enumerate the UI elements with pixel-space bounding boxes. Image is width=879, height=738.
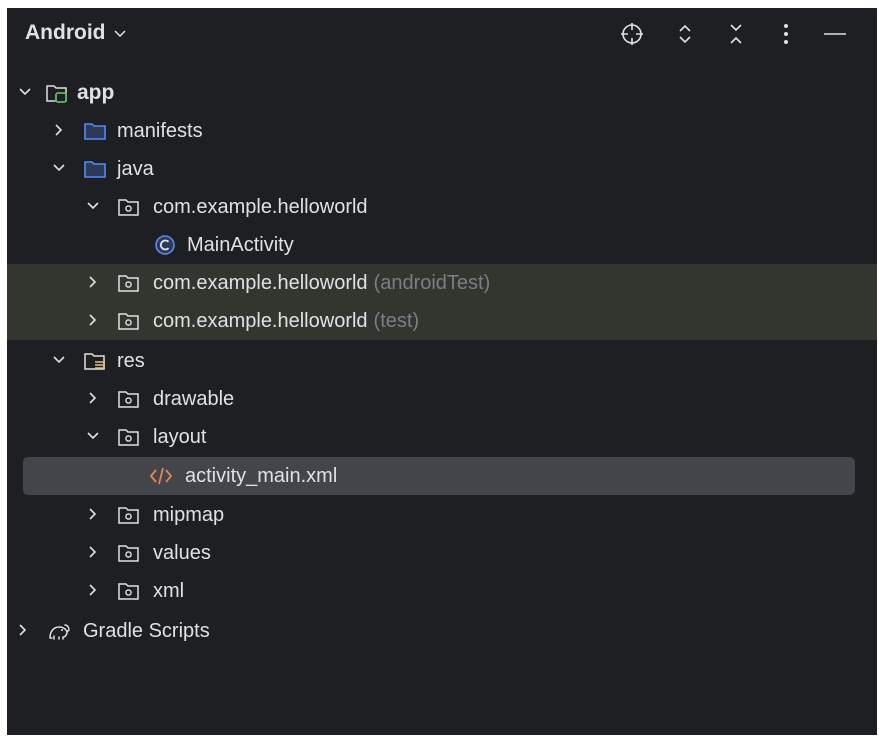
class-icon bbox=[155, 235, 175, 255]
folder-icon bbox=[84, 123, 106, 140]
tree-node-label: drawable bbox=[153, 388, 235, 410]
crosshair-icon[interactable] bbox=[619, 21, 645, 47]
tree-node-label: Gradle Scripts bbox=[83, 620, 210, 642]
chevron-right-icon[interactable] bbox=[85, 312, 101, 328]
tree-node-label: xml bbox=[153, 580, 185, 602]
xml-file-icon bbox=[149, 467, 173, 485]
source-set-suffix: (androidTest) bbox=[373, 272, 491, 294]
tree-node-label: java bbox=[117, 158, 154, 180]
package-icon bbox=[118, 275, 139, 292]
minimize-icon[interactable] bbox=[822, 21, 848, 47]
tree-node-label: layout bbox=[153, 426, 207, 448]
chevron-down-icon[interactable] bbox=[85, 428, 101, 444]
tree-node-activity-main-xml[interactable]: activity_main.xml bbox=[23, 457, 855, 495]
package-icon bbox=[118, 583, 139, 600]
more-options-icon[interactable] bbox=[773, 21, 799, 47]
package-icon bbox=[118, 199, 139, 216]
tree-node-manifests[interactable]: manifests bbox=[7, 112, 877, 150]
tree-node-label: app bbox=[77, 81, 115, 104]
tree-node-package-android-test[interactable]: com.example.helloworld (androidTest) bbox=[7, 264, 877, 302]
chevron-down-icon[interactable] bbox=[51, 160, 67, 176]
chevron-right-icon[interactable] bbox=[85, 274, 101, 290]
chevron-right-icon[interactable] bbox=[85, 582, 101, 598]
tree-node-app[interactable]: app bbox=[7, 74, 877, 112]
tree-node-layout[interactable]: layout bbox=[7, 418, 877, 456]
chevron-down-icon[interactable] bbox=[85, 198, 101, 214]
tree-node-label: activity_main.xml bbox=[185, 465, 338, 487]
gradle-elephant-icon bbox=[49, 624, 70, 640]
folder-icon bbox=[84, 161, 106, 178]
chevron-down-icon[interactable] bbox=[17, 84, 33, 100]
tree-node-package-main[interactable]: com.example.helloworld bbox=[7, 188, 877, 226]
tree-node-mipmap[interactable]: mipmap bbox=[7, 496, 877, 534]
collapse-all-icon[interactable] bbox=[723, 21, 749, 47]
tree-node-gradle-scripts[interactable]: Gradle Scripts bbox=[7, 612, 877, 650]
tree-node-res[interactable]: res bbox=[7, 342, 877, 380]
package-icon bbox=[118, 313, 139, 330]
resources-folder-icon bbox=[84, 353, 105, 370]
package-icon bbox=[118, 507, 139, 524]
tree-node-java[interactable]: java bbox=[7, 150, 877, 188]
view-selector-dropdown[interactable]: Android bbox=[25, 20, 127, 46]
tree-node-label: values bbox=[153, 542, 211, 564]
tree-node-main-activity[interactable]: MainActivity bbox=[7, 226, 877, 264]
tree-node-label-group: com.example.helloworld (androidTest) bbox=[153, 271, 490, 295]
tool-window-header: Android bbox=[7, 8, 877, 60]
view-selector-label: Android bbox=[25, 21, 106, 44]
chevron-right-icon[interactable] bbox=[85, 390, 101, 406]
tree-node-label: manifests bbox=[117, 120, 203, 142]
chevron-down-icon bbox=[114, 30, 127, 38]
project-tool-window: Android app manifests java com.example.h… bbox=[7, 8, 877, 735]
chevron-right-icon[interactable] bbox=[85, 506, 101, 522]
chevron-down-icon[interactable] bbox=[51, 352, 67, 368]
module-folder-icon bbox=[46, 85, 67, 103]
tree-node-label: com.example.helloworld bbox=[153, 272, 368, 294]
chevron-right-icon[interactable] bbox=[15, 622, 31, 638]
expand-all-icon[interactable] bbox=[672, 21, 698, 47]
tree-node-label: res bbox=[117, 350, 145, 372]
package-icon bbox=[118, 429, 139, 446]
tree-node-package-test[interactable]: com.example.helloworld (test) bbox=[7, 302, 877, 340]
tree-node-xml[interactable]: xml bbox=[7, 572, 877, 610]
tree-node-label: mipmap bbox=[153, 504, 225, 526]
tree-node-values[interactable]: values bbox=[7, 534, 877, 572]
source-set-suffix: (test) bbox=[373, 310, 420, 332]
tree-node-label-group: com.example.helloworld (test) bbox=[153, 309, 419, 333]
tree-node-label: com.example.helloworld bbox=[153, 196, 368, 218]
package-icon bbox=[118, 545, 139, 562]
tree-node-drawable[interactable]: drawable bbox=[7, 380, 877, 418]
tree-node-label: MainActivity bbox=[187, 234, 294, 256]
tree-node-label: com.example.helloworld bbox=[153, 310, 368, 332]
chevron-right-icon[interactable] bbox=[85, 544, 101, 560]
package-icon bbox=[118, 391, 139, 408]
chevron-right-icon[interactable] bbox=[51, 122, 67, 138]
